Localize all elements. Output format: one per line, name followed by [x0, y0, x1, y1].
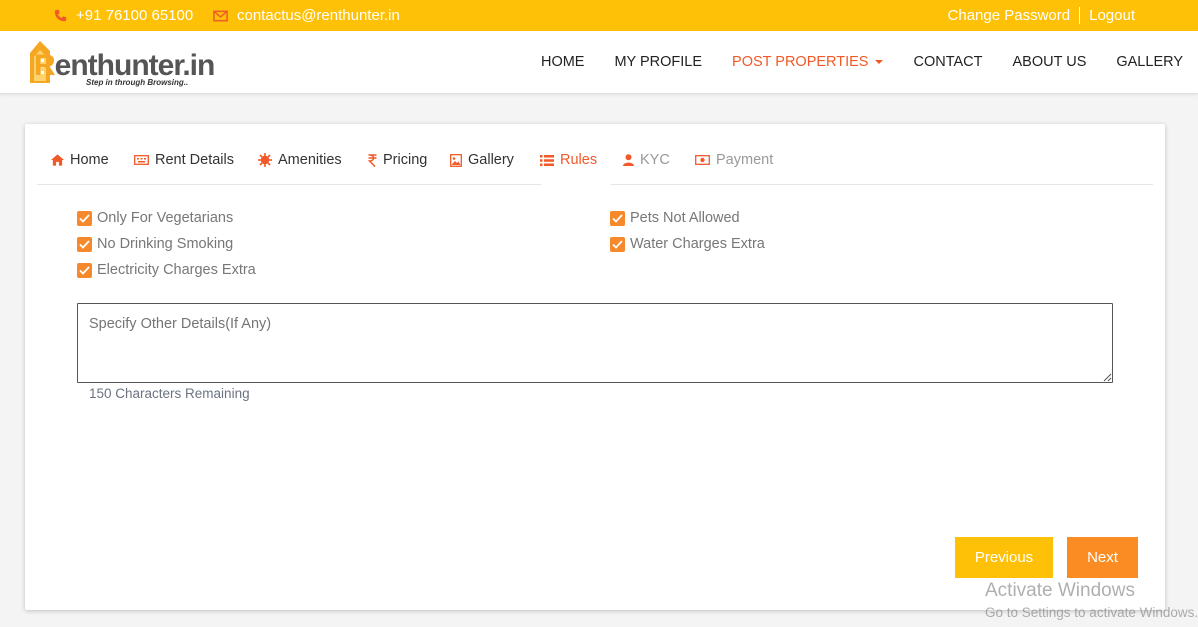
- post-property-card: Home Rent Details Amenities Pricing Gall…: [25, 124, 1165, 610]
- rule-electricity-charges-extra[interactable]: Electricity Charges Extra: [77, 262, 256, 278]
- tab-rent-details[interactable]: Rent Details: [134, 152, 234, 168]
- image-icon: [450, 153, 462, 167]
- checkbox-checked-icon[interactable]: [77, 236, 92, 252]
- tab-home[interactable]: Home: [51, 152, 109, 168]
- home-icon: [51, 154, 64, 166]
- email-contact[interactable]: contactus@renthunter.in: [213, 7, 400, 24]
- rule-pets-not-allowed[interactable]: Pets Not Allowed: [610, 210, 740, 226]
- tab-gallery[interactable]: Gallery: [450, 152, 514, 168]
- main-nav: HOME MY PROFILE POST PROPERTIES CONTACT …: [526, 31, 1198, 93]
- next-button[interactable]: Next: [1067, 537, 1138, 578]
- nav-home[interactable]: HOME: [541, 54, 585, 70]
- money-icon: [695, 155, 710, 165]
- caret-down-icon: [875, 60, 884, 64]
- logout-link[interactable]: Logout: [1089, 7, 1135, 24]
- change-password-link[interactable]: Change Password: [948, 7, 1071, 24]
- resize-grip-icon[interactable]: [1103, 373, 1112, 382]
- phone-number: +91 76100 65100: [76, 7, 194, 24]
- logo-tagline: Step in through Browsing..: [86, 78, 189, 87]
- phone-icon: [54, 9, 67, 22]
- checkbox-checked-icon[interactable]: [610, 210, 625, 226]
- nav-about-us[interactable]: ABOUT US: [1013, 54, 1087, 70]
- nav-post-properties[interactable]: POST PROPERTIES: [732, 54, 884, 70]
- previous-button[interactable]: Previous: [955, 537, 1053, 578]
- nav-gallery[interactable]: GALLERY: [1116, 54, 1183, 70]
- email-address: contactus@renthunter.in: [237, 7, 400, 24]
- top-bar: +91 76100 65100 contactus@renthunter.in …: [0, 0, 1198, 31]
- tab-payment[interactable]: Payment: [695, 152, 773, 168]
- rupee-icon: [368, 153, 377, 167]
- tab-rules[interactable]: Rules: [540, 152, 597, 168]
- list-icon: [540, 154, 554, 166]
- tab-amenities[interactable]: Amenities: [258, 152, 342, 168]
- checkbox-checked-icon[interactable]: [610, 236, 625, 252]
- user-icon: [623, 154, 634, 166]
- divider: [1079, 7, 1081, 24]
- tab-kyc[interactable]: KYC: [623, 152, 670, 168]
- checkbox-checked-icon[interactable]: [77, 262, 92, 278]
- step-tabs: Home Rent Details Amenities Pricing Gall…: [37, 124, 1153, 186]
- rules-checklist: Only For Vegetarians No Drinking Smoking…: [77, 210, 1137, 290]
- characters-remaining: 150 Characters Remaining: [89, 386, 250, 401]
- rule-only-for-vegetarians[interactable]: Only For Vegetarians: [77, 210, 233, 226]
- site-logo[interactable]: Renthunter.in Step in through Browsing..: [24, 35, 215, 91]
- header: Renthunter.in Step in through Browsing..…: [0, 31, 1198, 94]
- star-burst-icon: [258, 153, 272, 167]
- active-tab-indicator: [541, 183, 611, 186]
- tab-pricing[interactable]: Pricing: [368, 152, 427, 168]
- checkbox-checked-icon[interactable]: [77, 210, 92, 226]
- account-links: Change Password Logout: [948, 7, 1135, 24]
- keyboard-icon: [134, 155, 149, 165]
- envelope-icon: [213, 10, 228, 21]
- nav-contact[interactable]: CONTACT: [913, 54, 982, 70]
- nav-my-profile[interactable]: MY PROFILE: [614, 54, 702, 70]
- rule-water-charges-extra[interactable]: Water Charges Extra: [610, 236, 765, 252]
- phone-contact[interactable]: +91 76100 65100: [54, 7, 193, 24]
- rule-no-drinking-smoking[interactable]: No Drinking Smoking: [77, 236, 233, 252]
- other-details-textarea[interactable]: [77, 303, 1113, 383]
